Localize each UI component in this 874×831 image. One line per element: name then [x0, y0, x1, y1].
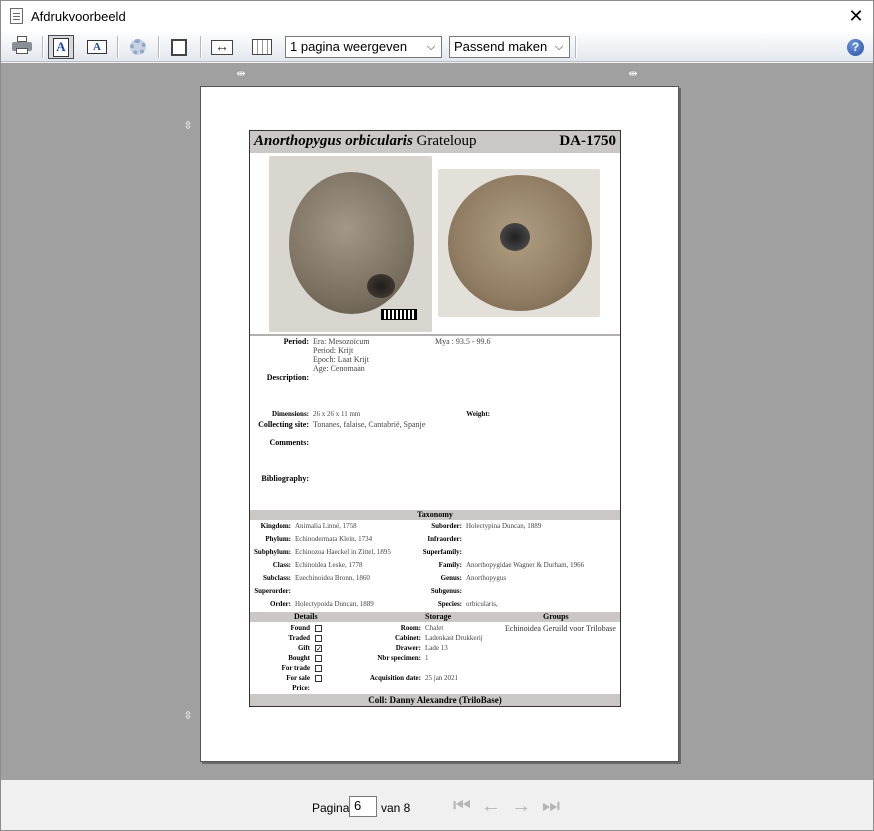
period-lines: Era: Mesozoïcum Period: Krijt Epoch: Laa…: [313, 337, 370, 373]
weight-label: Weight:: [466, 410, 490, 418]
page-total: van 8: [381, 801, 411, 815]
preview-page: Anorthopygus orbicularis Grateloup DA-17…: [200, 86, 679, 762]
details-storage-groups-band: Details Storage Groups: [250, 612, 620, 622]
traded-checkbox[interactable]: [315, 635, 322, 642]
card-header: Anorthopygus orbicularis Grateloup DA-17…: [250, 131, 620, 153]
toolbar-separator: [575, 36, 576, 58]
description-label: Description:: [266, 373, 309, 382]
chevron-down-icon: ⌵: [426, 41, 436, 53]
portrait-page-icon: A: [53, 37, 69, 57]
help-button[interactable]: ?: [847, 39, 864, 56]
specimen-photo-bottom: [438, 169, 600, 317]
specimen-photo-top: [269, 156, 432, 332]
left-margin-handle-icon[interactable]: ⇹: [234, 67, 248, 81]
zoom-select-value: Passend maken: [454, 39, 548, 54]
right-margin-handle-icon[interactable]: ⇹: [626, 67, 640, 81]
acquisition-label: Acquisition date:: [369, 674, 421, 682]
toolbar-separator: [200, 36, 201, 58]
page-number-input[interactable]: 6: [349, 796, 377, 817]
previous-page-icon[interactable]: ←: [480, 795, 502, 817]
collecting-site-value: Tonanes, falaise, Cantabrië, Spanje: [313, 420, 426, 429]
species-name: Anorthopygus orbicularis: [254, 133, 413, 149]
zoom-select[interactable]: Passend maken ⌵: [449, 36, 570, 58]
scale-bar: [381, 309, 417, 320]
pages-select-value: 1 pagina weergeven: [290, 39, 408, 54]
specimen-code: DA-1750: [559, 133, 616, 149]
print-preview-window: Afdrukvoorbeeld ✕ A A 1 pagina weergeven: [0, 0, 874, 831]
close-button[interactable]: ✕: [839, 1, 873, 32]
bought-checkbox[interactable]: [315, 655, 322, 662]
top-margin-handle-icon[interactable]: ⇳: [181, 119, 195, 133]
page-width-button[interactable]: [209, 35, 235, 59]
full-page-icon: [171, 38, 187, 56]
comments-label: Comments:: [269, 438, 309, 447]
dimensions-label: Dimensions:: [272, 410, 309, 418]
landscape-page-icon: A: [87, 40, 107, 54]
found-checkbox[interactable]: [315, 625, 322, 632]
printer-icon: [12, 36, 32, 54]
for-sale-checkbox[interactable]: [315, 675, 322, 682]
for-trade-checkbox[interactable]: [315, 665, 322, 672]
page-setup-button[interactable]: [125, 35, 151, 59]
bibliography-label: Bibliography:: [261, 474, 309, 483]
toolbar-separator: [158, 36, 159, 58]
landscape-button[interactable]: A: [84, 35, 110, 59]
collecting-site-label: Collecting site:: [258, 420, 309, 429]
gear-icon: [130, 39, 146, 55]
taxonomy-band: Taxonomy: [250, 510, 620, 520]
pager-bar: Pagina 6 van 8 ⏮ ← → ⏭: [1, 780, 873, 830]
portrait-button[interactable]: A: [48, 35, 74, 59]
page-width-icon: [211, 38, 233, 55]
document-icon: [10, 8, 23, 24]
card-footer: Coll: Danny Alexandre (TriloBase): [250, 694, 620, 706]
print-button[interactable]: [9, 35, 35, 59]
species-author: Grateloup: [416, 133, 477, 149]
period-label: Period:: [283, 337, 309, 346]
dimensions-value: 26 x 26 x 11 mm: [313, 410, 361, 418]
pages-select[interactable]: 1 pagina weergeven ⌵: [285, 36, 442, 58]
mya-range: Mya : 93.5 - 99.6: [435, 337, 491, 346]
gift-checkbox[interactable]: ✓: [315, 645, 322, 653]
multiple-pages-button[interactable]: [249, 35, 275, 59]
title-bar: Afdrukvoorbeeld ✕: [1, 1, 873, 32]
toolbar: A A 1 pagina weergeven ⌵ Passend maken ⌵…: [1, 32, 873, 62]
preview-area[interactable]: ⇹ ⇹ ⇳ ⇳ Anorthopygus orbicularis Gratelo…: [1, 63, 873, 780]
page-label: Pagina: [312, 801, 350, 815]
last-page-icon[interactable]: ⏭: [540, 795, 562, 817]
groups-value: Echinoidea Geruild voor Trilobase: [505, 624, 616, 633]
multiple-pages-icon: [252, 39, 272, 55]
full-page-button[interactable]: [166, 35, 192, 59]
next-page-icon[interactable]: →: [510, 795, 532, 817]
toolbar-separator: [117, 36, 118, 58]
specimen-card: Anorthopygus orbicularis Grateloup DA-17…: [249, 130, 621, 707]
first-page-icon[interactable]: ⏮: [451, 795, 473, 817]
acquisition-date: 25 jan 2021: [425, 674, 459, 682]
specimen-name: Anorthopygus orbicularis Grateloup: [254, 133, 477, 150]
chevron-down-icon: ⌵: [554, 41, 564, 53]
bottom-margin-handle-icon[interactable]: ⇳: [181, 709, 195, 723]
card-divider: [250, 334, 620, 336]
window-title: Afdrukvoorbeeld: [31, 9, 126, 24]
toolbar-separator: [42, 36, 43, 58]
